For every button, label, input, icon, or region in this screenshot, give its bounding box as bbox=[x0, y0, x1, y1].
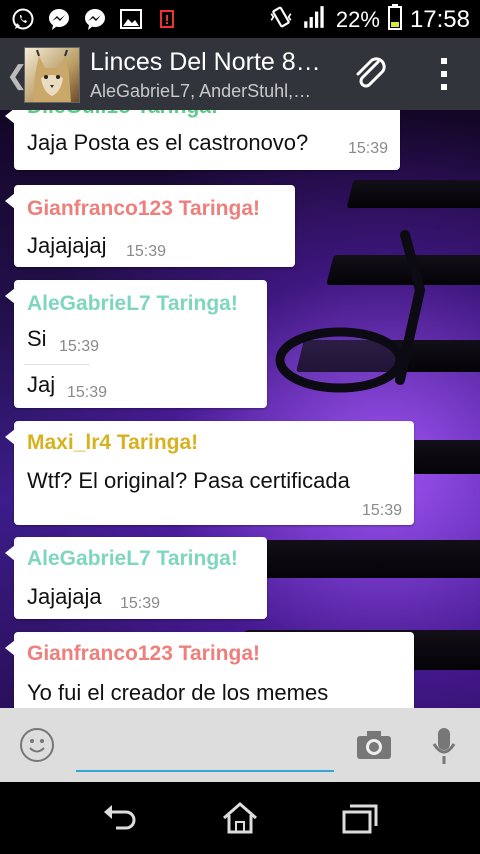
chat-area[interactable]: DlieGuil1o Taringa! Jaja Posta es el cas… bbox=[0, 110, 480, 708]
message-bubble[interactable]: Maxi_lr4 Taringa! Wtf? El original? Pasa… bbox=[5, 421, 414, 525]
glasses-icon bbox=[275, 230, 426, 393]
message-time: 15:39 bbox=[348, 140, 389, 157]
chat-title[interactable]: Linces Del Norte 8… bbox=[90, 48, 340, 77]
battery-icon bbox=[387, 4, 402, 36]
vibrate-icon bbox=[268, 4, 294, 36]
sender-name[interactable]: Gianfranco123 Taringa! bbox=[27, 642, 260, 666]
battery-percent: 22% bbox=[335, 7, 380, 32]
paperclip-icon[interactable] bbox=[348, 52, 392, 96]
compose-bar bbox=[0, 708, 480, 782]
message-text: Jajajaja bbox=[27, 584, 102, 609]
message-text: Si bbox=[27, 326, 47, 351]
message-text: Jajajajaj bbox=[27, 233, 107, 258]
sender-name[interactable]: AleGabrieL7 Taringa! bbox=[27, 547, 238, 571]
messenger-icon bbox=[46, 6, 72, 32]
chat-participants[interactable]: AleGabrieL7, AnderStuhl,… bbox=[90, 81, 340, 102]
home-icon[interactable] bbox=[220, 800, 260, 836]
message-time: 15:39 bbox=[59, 338, 100, 355]
alert-icon bbox=[154, 6, 180, 32]
message-text: Yo fui el creador de los memes bbox=[27, 680, 329, 705]
emoji-icon[interactable] bbox=[20, 728, 54, 762]
message-time: 15:39 bbox=[362, 502, 403, 519]
message-time: 15:39 bbox=[67, 384, 108, 401]
message-text: Wtf? El original? Pasa certificada bbox=[27, 468, 350, 493]
chat-header: ❮ Linces Del Norte 8… AleGabrieL7, Ander… bbox=[0, 38, 480, 110]
system-nav-bar bbox=[0, 782, 480, 854]
message-bubble[interactable]: Gianfranco123 Taringa! Jajajajaj 15:39 bbox=[5, 185, 295, 267]
gallery-icon bbox=[118, 6, 144, 32]
camera-icon[interactable] bbox=[356, 730, 392, 760]
message-bubble[interactable]: DlieGuil1o Taringa! Jaja Posta es el cas… bbox=[5, 110, 400, 170]
message-text: Jaj bbox=[27, 372, 56, 397]
signal-icon bbox=[302, 4, 328, 36]
notification-icons bbox=[10, 6, 180, 32]
whatsapp-icon bbox=[10, 6, 36, 32]
message-divider bbox=[24, 364, 90, 365]
message-bubble[interactable]: AleGabrieL7 Taringa! Jajajaja 15:39 bbox=[5, 537, 267, 619]
back-icon[interactable] bbox=[100, 800, 140, 836]
message-text: Jaja Posta es el castronovo? bbox=[27, 130, 309, 155]
message-time: 15:39 bbox=[120, 595, 161, 612]
recents-icon[interactable] bbox=[340, 800, 380, 836]
sender-name[interactable]: DlieGuil1o Taringa! bbox=[27, 110, 218, 119]
message-time: 15:39 bbox=[126, 243, 167, 260]
status-bar: 22% 17:58 bbox=[0, 0, 480, 38]
message-bubble[interactable]: Gianfranco123 Taringa! Yo fui el creador… bbox=[5, 632, 414, 708]
system-status: 22% 17:58 bbox=[268, 4, 470, 36]
clock: 17:58 bbox=[409, 6, 470, 33]
sender-name[interactable]: Maxi_lr4 Taringa! bbox=[27, 431, 198, 455]
message-bubble[interactable]: AleGabrieL7 Taringa! Si 15:39 Jaj 15:39 bbox=[5, 280, 267, 408]
messenger-icon bbox=[82, 6, 108, 32]
microphone-icon[interactable] bbox=[432, 726, 456, 766]
message-input[interactable] bbox=[76, 726, 334, 772]
sender-name[interactable]: AleGabrieL7 Taringa! bbox=[27, 292, 238, 316]
sender-name[interactable]: Gianfranco123 Taringa! bbox=[27, 197, 260, 221]
overflow-menu-icon[interactable] bbox=[432, 54, 456, 94]
group-avatar[interactable] bbox=[24, 47, 80, 103]
